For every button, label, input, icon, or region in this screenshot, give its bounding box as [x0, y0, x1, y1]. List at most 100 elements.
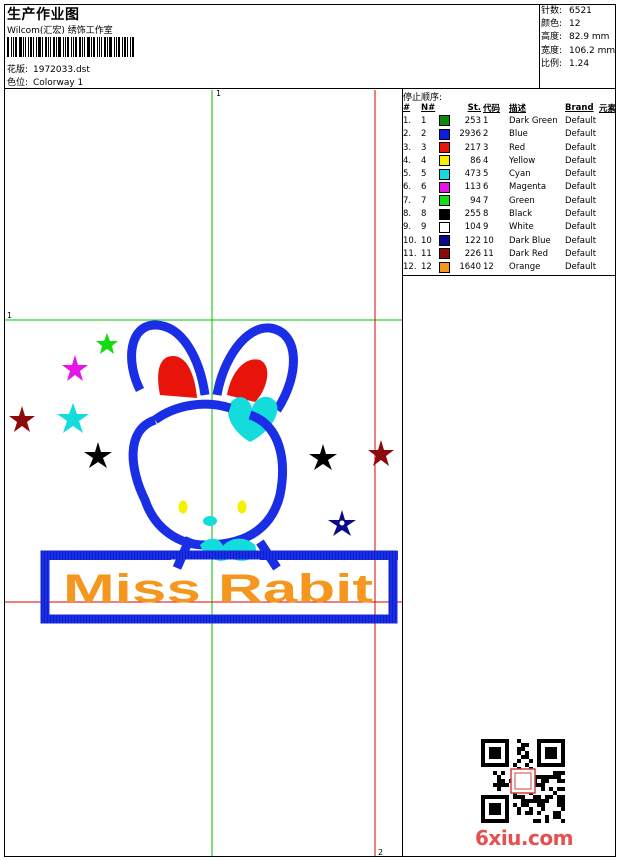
row-brand: Default: [565, 248, 597, 259]
color-swatch: [439, 195, 450, 207]
row-description: Cyan: [509, 169, 531, 180]
name-plate-top-right: [260, 551, 398, 560]
barcode-bar: [58, 37, 61, 57]
row-needle: 5: [421, 169, 427, 180]
row-description: Dark Red: [509, 248, 549, 259]
col-header-swatch: [439, 101, 457, 114]
barcode-bar: [122, 37, 123, 57]
row-element: [599, 181, 619, 194]
row-needle: 10: [421, 235, 432, 246]
row-index: 12.: [403, 262, 417, 273]
design-text: Miss Rabit: [63, 567, 373, 611]
row-stitches: 2936: [459, 129, 481, 140]
row-swatch: [439, 207, 457, 220]
company-name: Wilcom(汇宏) 绣饰工作室: [7, 26, 113, 36]
barcode-bar: [48, 37, 49, 57]
row-brand: Default: [565, 129, 597, 140]
barcode-bar: [53, 37, 55, 57]
star-darkred-left: [9, 406, 35, 432]
row-swatch: [439, 167, 457, 180]
rabbit-eye-right: [237, 500, 247, 514]
barcode-bar: [67, 37, 69, 57]
guide-label-bottom: 2: [378, 848, 383, 856]
row-swatch: [439, 154, 457, 167]
row-code: 5: [483, 169, 489, 180]
barcode-bar: [28, 37, 29, 57]
row-stitches: 473: [464, 169, 481, 180]
color-swatch: [439, 128, 450, 140]
row-stitches: 255: [464, 209, 481, 220]
row-swatch: [439, 261, 457, 274]
row-swatch: [439, 234, 457, 247]
row-stitches: 113: [464, 182, 481, 193]
rabbit-head-top: [152, 399, 232, 424]
row-brand: Default: [565, 142, 597, 153]
col-header-needle: N#: [421, 102, 436, 113]
color-swatch: [439, 168, 450, 180]
guide-label-top: 1: [216, 90, 221, 98]
row-stitches: 94: [470, 195, 481, 206]
stat-row: 宽度: 106.2 mm: [541, 45, 615, 58]
barcode-bar: [97, 37, 98, 57]
row-code: 11: [483, 248, 494, 259]
row-element: [599, 128, 619, 141]
row-brand: Default: [565, 195, 597, 206]
col-header-description: 描述: [509, 103, 527, 114]
stat-value: 1.24: [569, 58, 590, 69]
barcode-bar: [36, 37, 37, 57]
row-swatch: [439, 128, 457, 141]
stat-value: 6521: [569, 6, 592, 16]
row-code: 1: [483, 115, 489, 126]
stat-label: 针数:: [541, 6, 563, 16]
barcode-bar: [82, 37, 83, 57]
row-stitches: 122: [464, 235, 481, 246]
stat-value: 82.9 mm: [569, 32, 610, 43]
stat-row: 比例: 1.24: [541, 58, 615, 71]
color-swatch: [439, 208, 450, 220]
barcode-bar: [56, 37, 57, 57]
row-code: 2: [483, 129, 489, 140]
table-bottom-divider: [402, 275, 616, 276]
barcode-bar: [71, 37, 72, 57]
star-black-left: [84, 442, 112, 468]
qr-code: [481, 739, 565, 823]
color-swatch: [439, 248, 450, 260]
row-code: 7: [483, 195, 489, 206]
table-row: 4. 4 86 4 Yellow Default: [403, 154, 619, 167]
barcode-bar: [101, 37, 102, 57]
design-file-label: 花版:: [7, 65, 29, 75]
table-row: 11. 11 226 11 Dark Red Default: [403, 247, 619, 260]
row-index: 4.: [403, 155, 412, 166]
col-header-stitches: St.: [467, 102, 481, 113]
barcode-bar: [79, 37, 81, 57]
stat-label: 宽度:: [541, 45, 563, 56]
table-header-row: # N# St. 代码 描述 Brand 元素: [403, 101, 619, 114]
barcode-bar: [42, 37, 43, 57]
barcode-bar: [93, 37, 95, 57]
barcode-bar: [84, 37, 85, 57]
star-darkblue-center: [339, 520, 345, 526]
table-row: 12. 12 1640 12 Orange Default: [403, 261, 619, 274]
row-stitches: 253: [464, 115, 481, 126]
row-index: 7.: [403, 195, 412, 206]
row-stitches: 226: [464, 248, 481, 259]
color-swatch: [439, 181, 450, 193]
barcode-bar: [23, 37, 24, 57]
row-swatch: [439, 114, 457, 127]
row-element: [599, 247, 619, 260]
star-cyan: [57, 403, 89, 433]
rabbit-ear-inner-right: [227, 359, 268, 402]
barcode-bar: [11, 37, 12, 57]
star-green: [96, 333, 118, 354]
row-description: Black: [509, 209, 532, 220]
guide-label-left: 1: [7, 311, 12, 320]
col-header-brand: Brand: [565, 102, 594, 113]
stat-value: 12: [569, 19, 581, 30]
barcode-bar: [25, 37, 26, 57]
row-description: White: [509, 222, 534, 233]
table-row: 1. 1 253 1 Dark Green Default: [403, 114, 619, 127]
row-needle: 7: [421, 195, 427, 206]
row-code: 6: [483, 182, 489, 193]
rabbit-eye-left: [178, 500, 188, 514]
design-stats: 针数: 6521 颜色: 12 高度: 82.9 mm 宽度: 106.2 mm 比例:…: [541, 5, 615, 71]
